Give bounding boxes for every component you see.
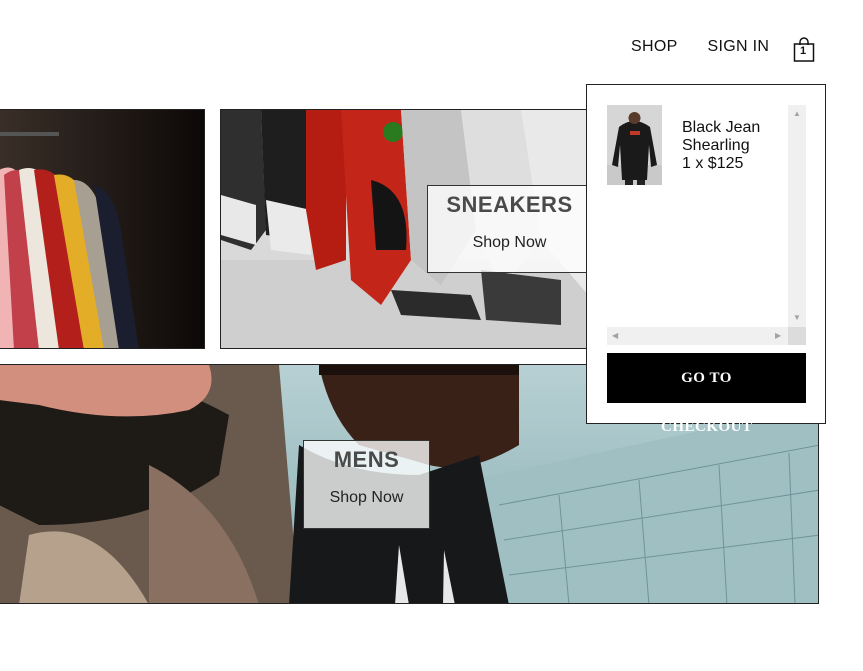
cart-item-details: Black Jean Shearling 1 x $125 [682, 119, 792, 173]
cart-item-image [607, 105, 662, 185]
cart-item-quantity-price: 1 x $125 [682, 155, 744, 172]
scroll-left-arrow-icon[interactable]: ◀ [612, 332, 618, 340]
cart-items-list[interactable]: Black Jean Shearling 1 x $125 [607, 105, 806, 345]
cart-horizontal-scrollbar[interactable]: ◀ ▶ [607, 327, 788, 345]
scrollbar-corner [788, 327, 806, 345]
cart-vertical-scrollbar[interactable]: ▲ ▼ [788, 105, 806, 327]
cart-item-count: 1 [799, 45, 807, 57]
scroll-right-arrow-icon[interactable]: ▶ [775, 332, 781, 340]
mens-shop-now-link[interactable]: Shop Now [304, 489, 429, 507]
scroll-up-arrow-icon[interactable]: ▲ [793, 110, 801, 118]
tile-clothing-rack[interactable] [0, 109, 205, 349]
cart-item: Black Jean Shearling 1 x $125 [607, 105, 760, 185]
sneakers-label[interactable]: SNEAKERS Shop Now [427, 185, 592, 273]
mens-label[interactable]: MENS Shop Now [303, 440, 430, 529]
tile-sneakers[interactable]: SNEAKERS Shop Now [220, 109, 600, 349]
header-nav: SHOP SIGN IN [631, 38, 769, 56]
cart-item-name: Black Jean Shearling [682, 119, 761, 154]
scroll-down-arrow-icon[interactable]: ▼ [793, 314, 801, 322]
sneakers-title: SNEAKERS [446, 192, 573, 217]
checkout-button-overflow-text: CHECKOUT [661, 419, 753, 435]
nav-shop-link[interactable]: SHOP [631, 38, 678, 56]
nav-sign-in-link[interactable]: SIGN IN [708, 38, 770, 56]
shopping-bag-icon[interactable]: 1 [793, 37, 815, 63]
go-to-checkout-button[interactable]: GO TO [607, 353, 806, 403]
sneakers-shop-now-link[interactable]: Shop Now [428, 234, 591, 252]
mens-title: MENS [333, 447, 400, 472]
cart-dropdown: Black Jean Shearling 1 x $125 ▲ ▼ ◀ ▶ GO… [586, 84, 826, 424]
clothing-rack-image [0, 110, 204, 348]
